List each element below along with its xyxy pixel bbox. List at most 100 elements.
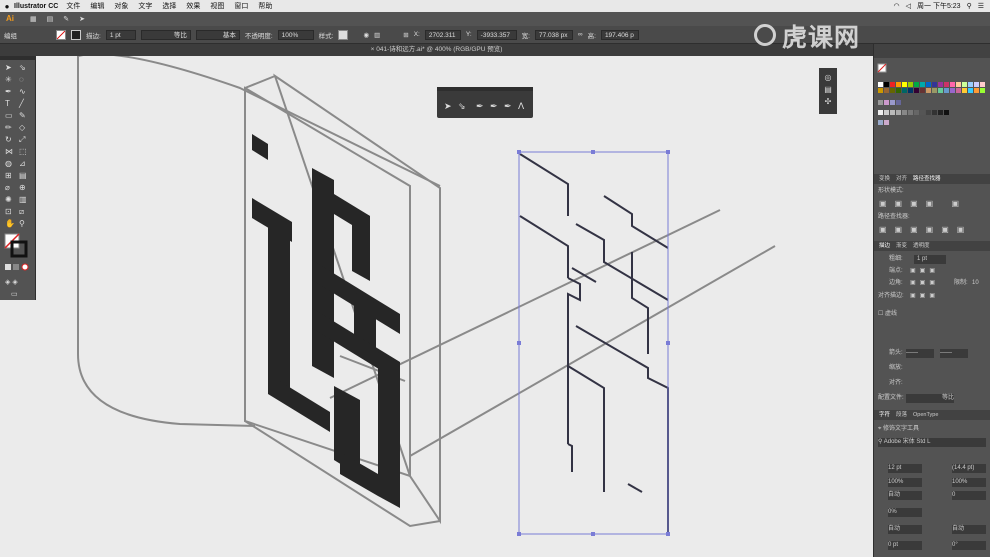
transform-icon[interactable]: ⊞ bbox=[403, 31, 408, 39]
tab-paragraph[interactable]: 段落 bbox=[896, 410, 907, 420]
start-arrow-select[interactable]: —— bbox=[906, 349, 934, 358]
shape-builder-icon[interactable]: ◍ bbox=[5, 159, 12, 168]
cap-buttons[interactable]: ▣▣▣ bbox=[910, 267, 939, 276]
search-icon[interactable]: ⚲ bbox=[967, 2, 972, 10]
tab-opentype[interactable]: OpenType bbox=[913, 410, 938, 420]
list-icon[interactable]: ☰ bbox=[978, 2, 984, 10]
pathfinder-buttons[interactable]: ▣▣▣▣▣▣ bbox=[879, 225, 972, 234]
vertical-scale-field[interactable]: 100% bbox=[888, 478, 922, 487]
tab-transparency[interactable]: 透明度 bbox=[913, 241, 930, 251]
document-tab[interactable]: × 041-诗和远方.ai* @ 400% (RGB/GPU 预览) bbox=[0, 44, 873, 56]
rotate-tool-icon[interactable]: ↻ bbox=[5, 135, 12, 144]
volume-icon[interactable]: ◁ bbox=[906, 2, 911, 10]
brush-icon[interactable]: ✎ bbox=[63, 15, 69, 23]
character-rotation-field[interactable]: 0° bbox=[952, 541, 986, 550]
free-transform-icon[interactable]: ⬚ bbox=[19, 147, 27, 156]
type-tool-icon[interactable]: T bbox=[5, 99, 10, 108]
menu-effect[interactable]: 效果 bbox=[186, 1, 200, 11]
selection-tool-icon[interactable]: ➤ bbox=[444, 101, 452, 111]
variable-width-profile[interactable]: 等比 bbox=[140, 29, 191, 40]
align-icon[interactable]: ▥ bbox=[374, 31, 380, 39]
perspective-grid-icon[interactable]: ⊿ bbox=[19, 159, 26, 168]
gradient-mode-icon[interactable] bbox=[13, 264, 19, 270]
menu-help[interactable]: 帮助 bbox=[258, 1, 272, 11]
clock[interactable]: 周一 下午5:23 bbox=[917, 1, 961, 11]
eraser-icon[interactable]: ◇ bbox=[19, 123, 26, 132]
weight-field[interactable]: 1 pt bbox=[914, 255, 946, 264]
menu-type[interactable]: 文字 bbox=[138, 1, 152, 11]
dashed-line-checkbox[interactable]: ☐ 虚线 bbox=[878, 310, 897, 319]
menu-object[interactable]: 对象 bbox=[114, 1, 128, 11]
artboard-canvas[interactable] bbox=[0, 56, 873, 557]
font-size-field[interactable]: 12 pt bbox=[888, 464, 922, 473]
none-mode-icon[interactable] bbox=[21, 263, 29, 271]
hand-tool-icon[interactable]: ✋ bbox=[5, 218, 15, 228]
profile-select[interactable]: 等比 bbox=[906, 394, 954, 403]
tracking-field[interactable]: 0 bbox=[952, 491, 986, 500]
menu-view[interactable]: 视图 bbox=[210, 1, 224, 11]
eyedropper-icon[interactable]: ⌀ bbox=[5, 183, 10, 192]
pen-tool-icon[interactable]: ✒ bbox=[476, 101, 484, 111]
direct-selection-tool-icon[interactable]: ⇘ bbox=[19, 63, 26, 72]
document-info-icon[interactable]: ▤ bbox=[819, 84, 837, 96]
baseline-shift-field[interactable]: 0 pt bbox=[888, 541, 922, 550]
wifi-icon[interactable]: ◠ bbox=[894, 2, 900, 10]
magic-wand-icon[interactable]: ✳ bbox=[5, 75, 12, 84]
app-menu[interactable]: Illustrator CC bbox=[14, 3, 58, 10]
fill-swatch[interactable] bbox=[56, 29, 66, 40]
y-field[interactable]: -3933.357 bbox=[476, 29, 517, 40]
color-guide-icon[interactable]: ◎ bbox=[819, 72, 837, 84]
touch-type-tool[interactable]: ⌖ 修饰文字工具 bbox=[878, 425, 919, 434]
horizontal-scale-field[interactable]: 100% bbox=[952, 478, 986, 487]
zoom-tool-icon[interactable]: ⚲ bbox=[19, 219, 25, 228]
gradient-tool-icon[interactable]: ▤ bbox=[19, 171, 27, 180]
screen-mode-icon[interactable]: ▭ bbox=[11, 291, 18, 298]
opacity-field[interactable]: 100% bbox=[277, 29, 314, 40]
font-family-select[interactable]: ⚲ Adobe 宋体 Std L bbox=[878, 438, 986, 447]
link-icon[interactable]: ∞ bbox=[578, 31, 583, 38]
leading-field[interactable]: (14.4 pt) bbox=[952, 464, 986, 473]
kerning-field[interactable]: 自动 bbox=[888, 491, 922, 500]
paintbrush-icon[interactable]: ✎ bbox=[19, 111, 26, 120]
direct-select-icon[interactable]: ⇘ bbox=[458, 101, 466, 111]
brush-definition[interactable]: 基本 bbox=[195, 29, 240, 40]
delete-anchor-icon[interactable]: ✒ bbox=[504, 101, 512, 111]
width-tool-icon[interactable]: ⋈ bbox=[5, 147, 13, 156]
symbols-icon[interactable]: ✣ bbox=[819, 96, 837, 108]
symbol-sprayer-icon[interactable]: ✺ bbox=[5, 195, 12, 204]
pen-tool-icon[interactable]: ✒ bbox=[5, 87, 12, 96]
stroke-swatch[interactable] bbox=[71, 29, 81, 40]
send-icon[interactable]: ➤ bbox=[79, 15, 85, 23]
corner-buttons[interactable]: ▣▣▣ bbox=[910, 279, 939, 288]
aki-left-field[interactable]: 自动 bbox=[888, 525, 922, 534]
menu-file[interactable]: 文件 bbox=[66, 1, 80, 11]
tab-stroke[interactable]: 描边 bbox=[879, 241, 890, 251]
tsume-field[interactable]: 0% bbox=[888, 508, 922, 517]
slice-tool-icon[interactable]: ⧄ bbox=[19, 207, 24, 216]
anchor-convert-icon[interactable]: ᐱ bbox=[518, 101, 525, 111]
mesh-tool-icon[interactable]: ⊞ bbox=[5, 171, 12, 180]
arrange-icon[interactable]: ▤ bbox=[47, 15, 54, 23]
aki-right-field[interactable]: 自动 bbox=[952, 525, 986, 534]
tab-transform[interactable]: 变换 bbox=[879, 174, 890, 184]
x-field[interactable]: 2702.311 bbox=[424, 29, 461, 40]
blend-tool-icon[interactable]: ⊕ bbox=[19, 183, 26, 192]
align-stroke-buttons[interactable]: ▣▣▣ bbox=[910, 292, 939, 301]
column-graph-icon[interactable]: ▥ bbox=[19, 195, 27, 204]
scale-tool-icon[interactable]: ⤢ bbox=[18, 135, 25, 144]
tab-pathfinder[interactable]: 路径查找器 bbox=[913, 174, 941, 184]
tab-character[interactable]: 字符 bbox=[879, 410, 890, 420]
menu-select[interactable]: 选择 bbox=[162, 1, 176, 11]
rectangle-tool-icon[interactable]: ▭ bbox=[5, 111, 13, 120]
swatch-grid[interactable] bbox=[878, 82, 985, 125]
lasso-icon[interactable]: ◌ bbox=[19, 75, 24, 84]
end-arrow-select[interactable]: —— bbox=[940, 349, 968, 358]
shape-mode-buttons[interactable]: ▣▣▣▣ ▣ bbox=[879, 199, 967, 208]
selection-tool-icon[interactable]: ➤ bbox=[5, 63, 12, 72]
graphic-style-swatch[interactable] bbox=[338, 29, 349, 40]
curvature-tool-icon[interactable]: ∿ bbox=[19, 87, 26, 96]
menu-window[interactable]: 窗口 bbox=[234, 1, 248, 11]
apple-menu-icon[interactable]: ● bbox=[0, 2, 14, 11]
menu-edit[interactable]: 编辑 bbox=[90, 1, 104, 11]
tab-align[interactable]: 对齐 bbox=[896, 174, 907, 184]
